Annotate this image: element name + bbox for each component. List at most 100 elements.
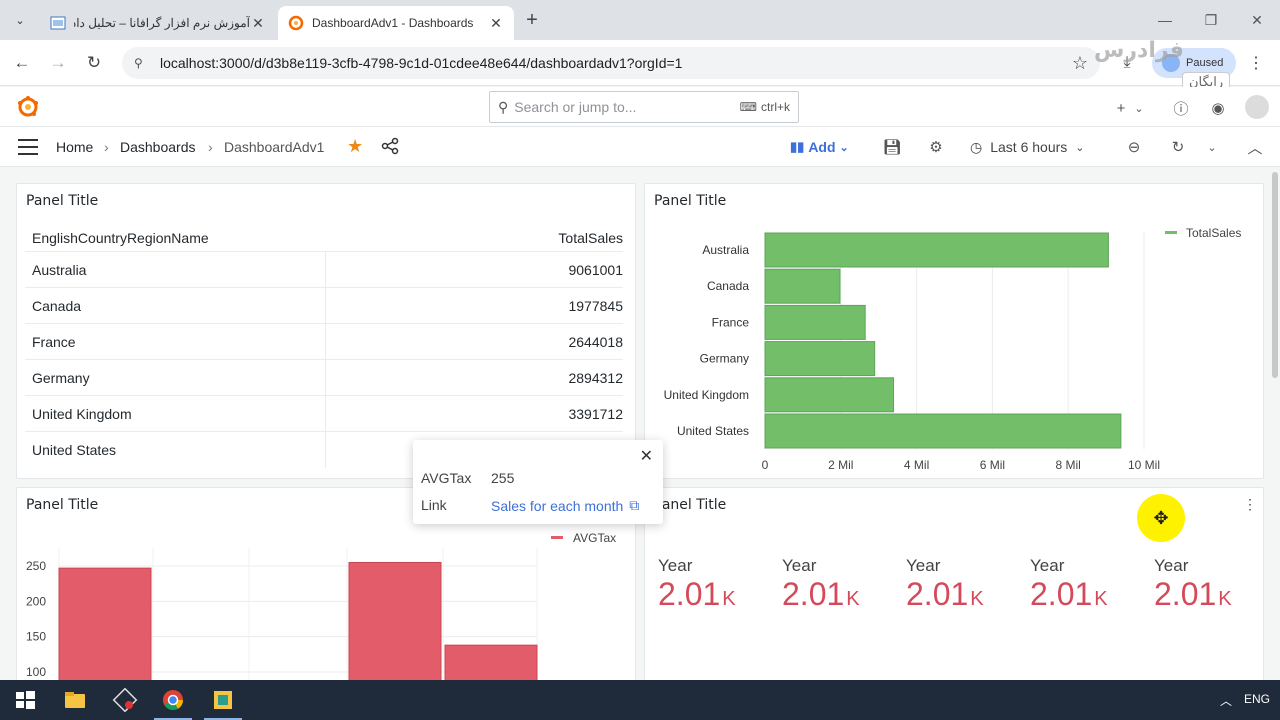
collapse-chevron-up-icon[interactable]: ︿ bbox=[1245, 137, 1265, 157]
search-input[interactable]: ⚲ Search or jump to... ⌨ ctrl+k bbox=[489, 91, 799, 123]
bookmark-star-icon[interactable]: ☆ bbox=[1072, 53, 1088, 74]
table-row: Australia 9061001 bbox=[25, 252, 623, 288]
table-cell: Germany bbox=[32, 370, 90, 386]
bar-chart-panel: Panel Title 02 Mil 4 Mil 6 Mil 8 Mil 10 Mil A… bbox=[644, 183, 1264, 479]
panel-title: Panel Title bbox=[654, 497, 727, 513]
table-header-row: EnglishCountryRegionName TotalSales bbox=[25, 226, 623, 252]
stat-item: Year 2.01 K bbox=[658, 556, 768, 613]
close-window-icon[interactable]: ✕ bbox=[1242, 8, 1272, 32]
save-icon[interactable]: 💾︎ bbox=[882, 137, 902, 157]
close-tab-icon[interactable]: ✕ bbox=[488, 15, 504, 31]
tab-search-icon[interactable]: ⌄ bbox=[8, 8, 32, 32]
tooltip-value: 255 bbox=[491, 470, 515, 486]
x-tick-label: 2 Mil bbox=[828, 458, 853, 472]
new-tab-icon[interactable]: + bbox=[520, 8, 544, 32]
chevron-down-icon[interactable]: ⌄ bbox=[1128, 97, 1150, 119]
breadcrumb-dashboards[interactable]: Dashboards bbox=[120, 139, 196, 155]
download-icon[interactable]: ⤓ bbox=[1116, 52, 1138, 74]
url-text: localhost:3000/d/d3b8e119-3cfb-4798-9c1d… bbox=[160, 55, 683, 71]
table-cell: 9061001 bbox=[568, 262, 623, 278]
browser-tab-inactive[interactable]: آموزش نرم افزار گرافانا – تحلیل داده ✕ bbox=[40, 6, 276, 40]
stat-value: 2.01 K bbox=[658, 576, 768, 613]
app-icon[interactable] bbox=[210, 688, 236, 712]
refresh-interval-chevron-icon[interactable]: ⌄ bbox=[1202, 137, 1222, 157]
grafana-top-bar: ⚲ Search or jump to... ⌨ ctrl+k + ⌄ ⓘ ◉ bbox=[0, 87, 1280, 127]
breadcrumb-home[interactable]: Home bbox=[56, 139, 93, 155]
table-cell: France bbox=[32, 334, 76, 350]
profile-label: Paused bbox=[1186, 57, 1224, 69]
stat-value: 2.01 K bbox=[1154, 576, 1263, 613]
stat-unit: K bbox=[1094, 588, 1108, 610]
site-info-icon[interactable]: ⚲ bbox=[134, 55, 150, 71]
table-row: Canada 1977845 bbox=[25, 288, 623, 324]
table-cell: Australia bbox=[32, 262, 87, 278]
stat-unit: K bbox=[722, 588, 736, 610]
profile-button[interactable]: Paused bbox=[1152, 48, 1236, 78]
grafana-logo-icon[interactable] bbox=[16, 95, 40, 119]
url-bar[interactable]: ⚲ localhost:3000/d/d3b8e119-3cfb-4798-9c… bbox=[122, 47, 1100, 79]
data-tooltip: ✕ AVGTax 255 Link Sales for each month ⧉ bbox=[413, 440, 663, 524]
help-icon[interactable]: ⓘ bbox=[1170, 97, 1192, 119]
x-tick-label: 4 Mil bbox=[904, 458, 929, 472]
menu-icon[interactable] bbox=[18, 139, 38, 155]
browser-menu-icon[interactable]: ⋮ bbox=[1246, 52, 1266, 74]
time-range-picker[interactable]: ◷ Last 6 hours ⌄ bbox=[970, 137, 1085, 157]
table-cell: 1977845 bbox=[568, 298, 623, 314]
y-tick-label: 250 bbox=[26, 559, 46, 573]
zoom-out-icon[interactable]: ⊖ bbox=[1124, 137, 1144, 157]
panel-title: Panel Title bbox=[26, 193, 99, 209]
bar bbox=[764, 413, 1122, 449]
minimize-icon[interactable]: — bbox=[1150, 8, 1180, 32]
tab-title: DashboardAdv1 - Dashboards bbox=[312, 16, 474, 30]
page-scrollbar[interactable] bbox=[1272, 172, 1278, 378]
close-icon[interactable]: ✕ bbox=[640, 446, 653, 466]
stat-item: Year 2.01 K bbox=[1030, 556, 1140, 613]
refresh-icon[interactable]: ↻ bbox=[1168, 137, 1188, 157]
data-link[interactable]: Sales for each month ⧉ bbox=[491, 497, 639, 514]
table-cell: United Kingdom bbox=[32, 406, 132, 422]
add-panel-icon: ▮▮ bbox=[790, 139, 805, 154]
add-button[interactable]: ▮▮ Add ⌄ bbox=[790, 137, 849, 157]
table-cell: United States bbox=[32, 442, 117, 458]
stat-label: Year bbox=[1154, 556, 1189, 575]
share-icon[interactable] bbox=[381, 137, 399, 155]
horizontal-bar-chart: 0 2 Mil 4 Mil 6 Mil 8 Mil 10 Mil Australia Cana… bbox=[664, 226, 1242, 472]
column-header[interactable]: TotalSales bbox=[558, 230, 623, 246]
back-icon[interactable]: ← bbox=[10, 51, 34, 75]
keyboard-icon: ⌨ bbox=[739, 100, 757, 114]
file-explorer-icon[interactable] bbox=[62, 688, 88, 712]
forward-icon[interactable]: → bbox=[46, 51, 70, 75]
tooltip-label: AVGTax bbox=[421, 470, 472, 486]
stat-unit: K bbox=[1218, 588, 1232, 610]
language-indicator[interactable]: ENG bbox=[1244, 692, 1270, 706]
legend-label: TotalSales bbox=[1186, 226, 1241, 240]
news-rss-icon[interactable]: ◉ bbox=[1207, 97, 1229, 119]
bar bbox=[764, 304, 866, 340]
external-link-icon: ⧉ bbox=[629, 497, 640, 513]
app-icon[interactable] bbox=[112, 688, 138, 712]
chrome-icon[interactable] bbox=[160, 688, 186, 712]
tray-chevron-up-icon[interactable]: ︿ bbox=[1220, 692, 1232, 709]
user-avatar[interactable] bbox=[1245, 95, 1269, 119]
legend-swatch bbox=[551, 536, 563, 539]
panel-menu-icon[interactable]: ⋮ bbox=[1243, 496, 1257, 512]
address-bar-row: ← → ↻ ⚲ localhost:3000/d/d3b8e119-3cfb-4… bbox=[0, 40, 1280, 86]
restore-icon[interactable]: ❐ bbox=[1196, 8, 1226, 32]
table-cell: 2894312 bbox=[568, 370, 623, 386]
close-tab-icon[interactable]: ✕ bbox=[250, 15, 266, 31]
bar bbox=[58, 567, 152, 686]
browser-tab-active[interactable]: DashboardAdv1 - Dashboards ✕ bbox=[278, 6, 514, 40]
stat-label: Year bbox=[906, 556, 941, 575]
tab-title: آموزش نرم افزار گرافانا – تحلیل داده bbox=[74, 16, 250, 30]
column-header[interactable]: EnglishCountryRegionName bbox=[32, 230, 209, 246]
favorite-star-icon[interactable]: ★ bbox=[347, 136, 363, 157]
settings-gear-icon[interactable]: ⚙ bbox=[926, 137, 946, 157]
stat-label: Year bbox=[658, 556, 693, 575]
y-tick-label: 100 bbox=[26, 665, 46, 679]
grafana-favicon-icon bbox=[288, 15, 304, 31]
stat-number: 2.01 bbox=[1030, 576, 1093, 612]
windows-start-icon[interactable] bbox=[12, 688, 38, 712]
x-tick-label: 0 bbox=[762, 458, 769, 472]
reload-icon[interactable]: ↻ bbox=[82, 51, 106, 75]
stat-item: Year 2.01 K bbox=[782, 556, 892, 613]
